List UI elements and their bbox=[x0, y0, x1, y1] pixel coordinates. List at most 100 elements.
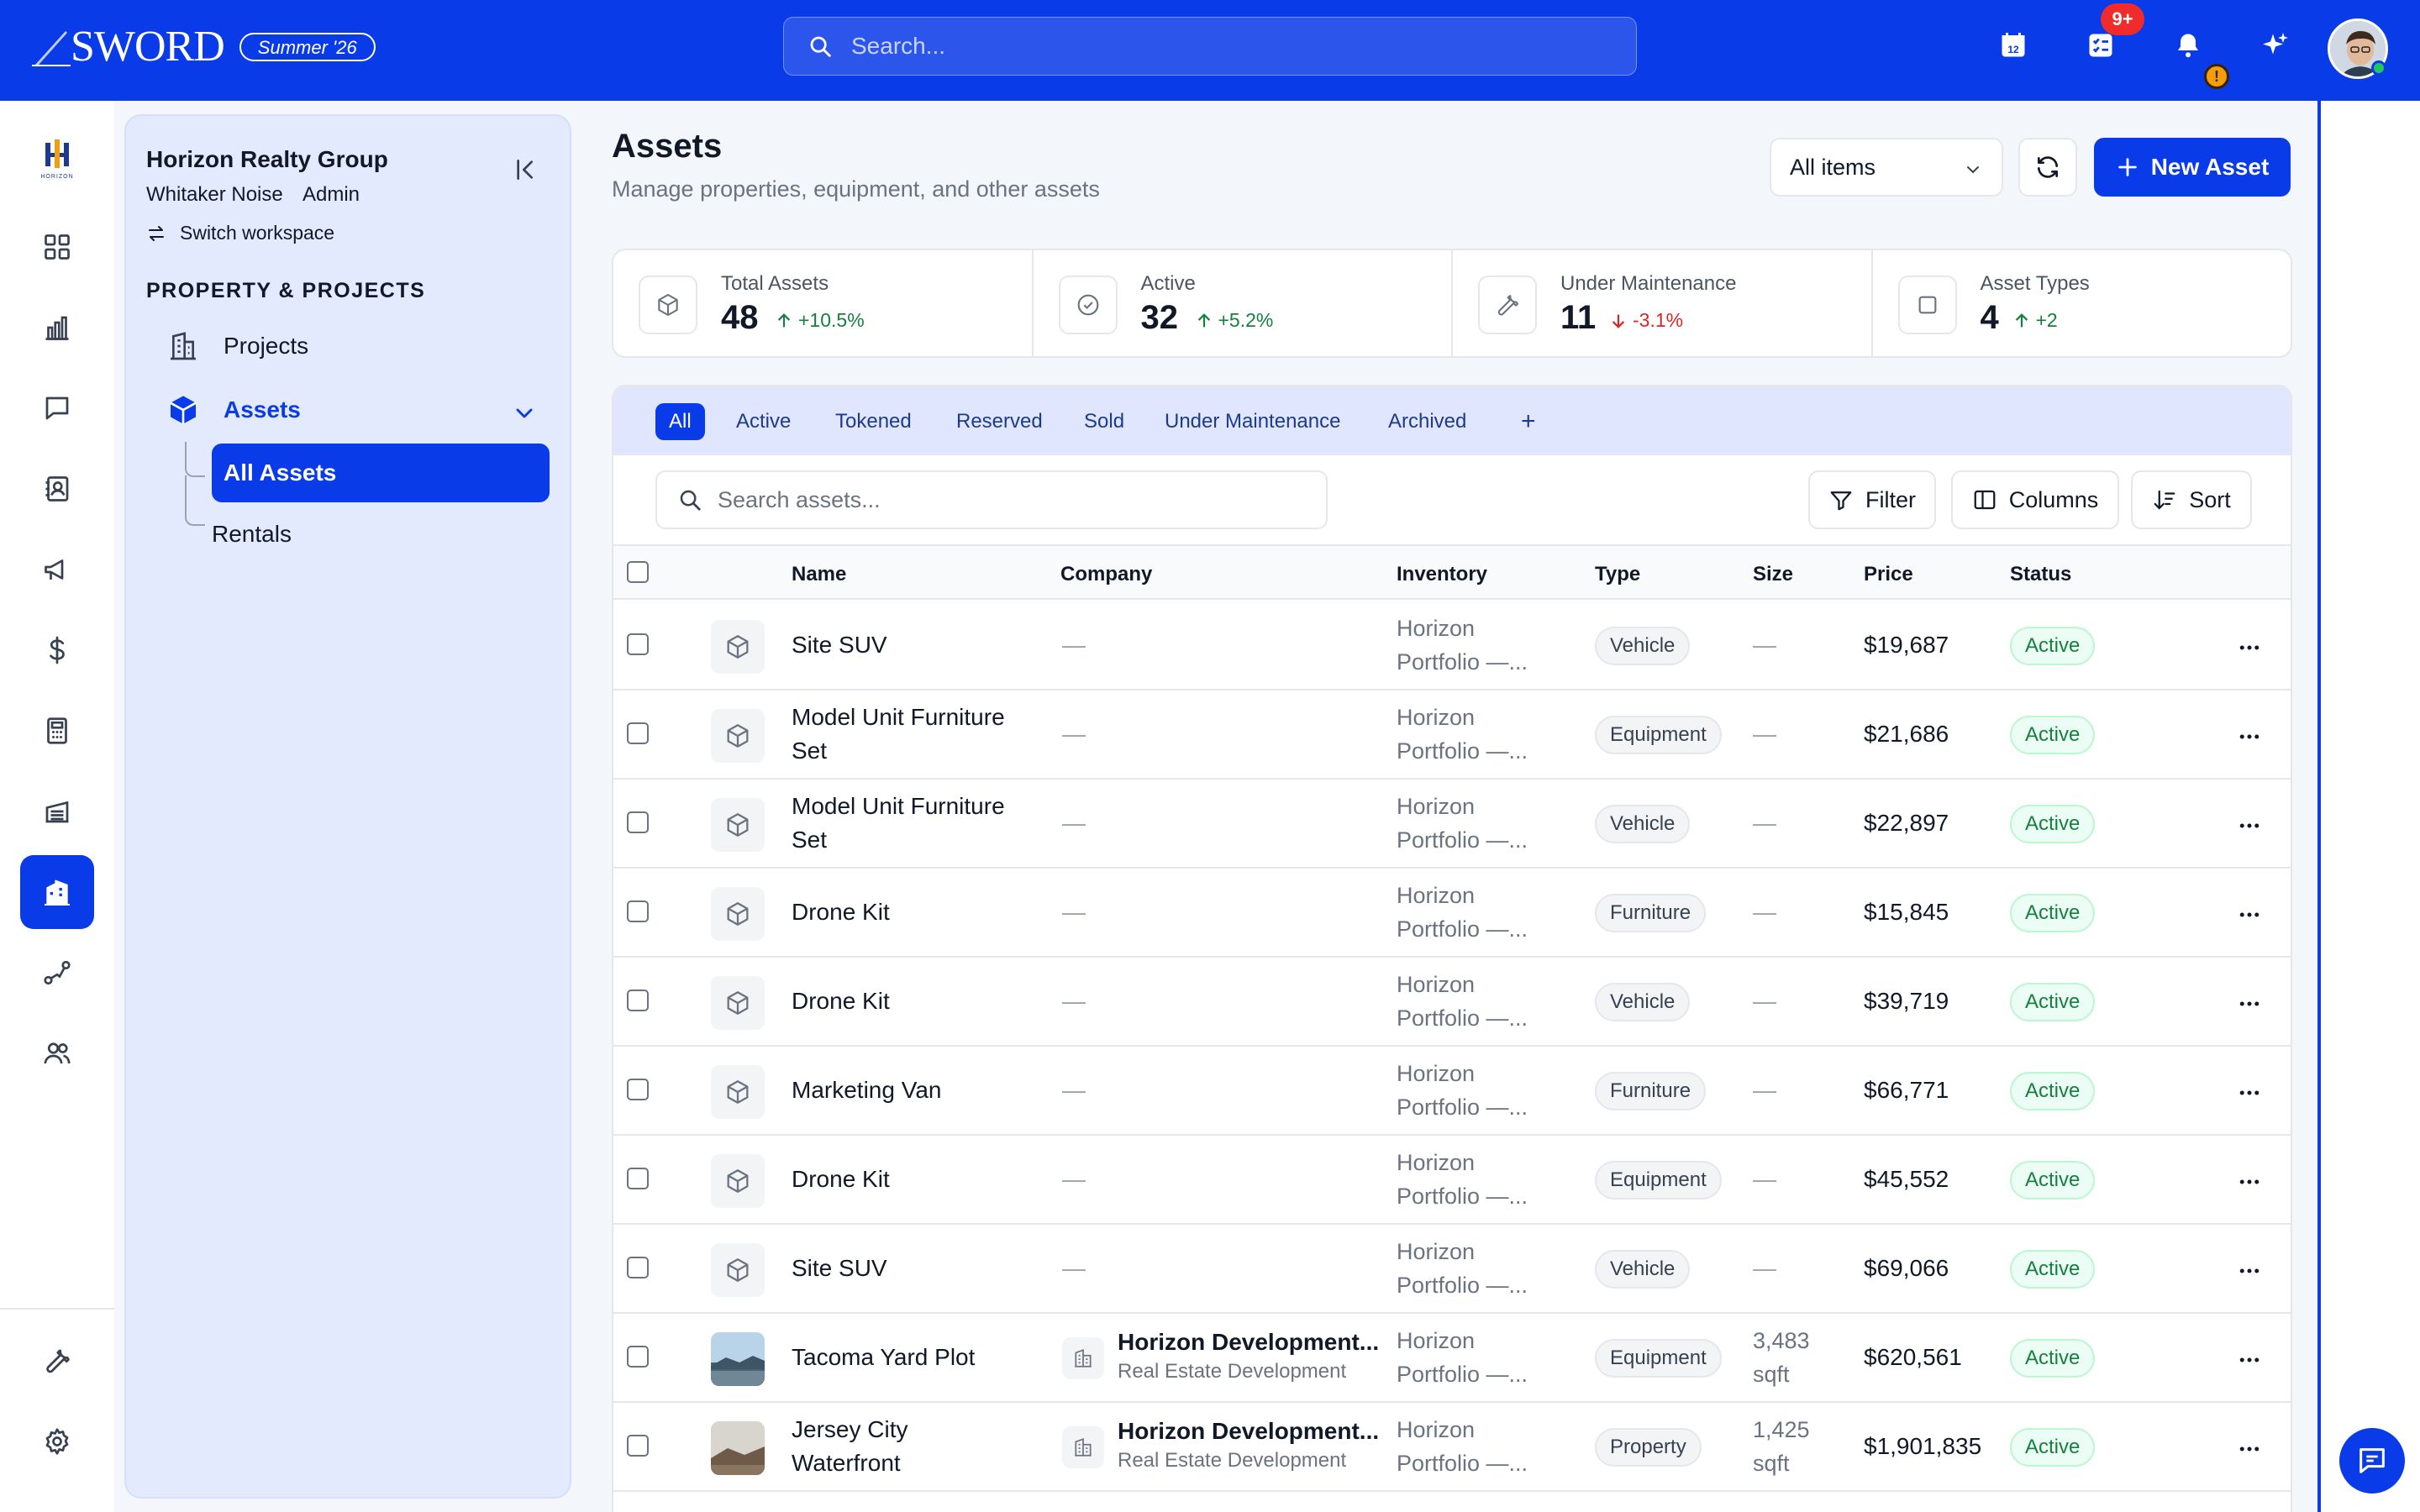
nav-projects-label: Projects bbox=[224, 333, 309, 359]
rail-marketing[interactable] bbox=[20, 533, 94, 606]
row-checkbox[interactable] bbox=[627, 633, 649, 655]
calendar-icon[interactable]: 12 bbox=[1998, 30, 2028, 60]
rail-finance[interactable] bbox=[20, 613, 94, 687]
workspace-logo[interactable]: HORIZON bbox=[30, 134, 84, 188]
table-row[interactable]: Drone Kit — Horizon Portfolio —... Furniture… bbox=[613, 869, 2291, 958]
more-actions-icon[interactable] bbox=[2237, 724, 2262, 749]
rail-team[interactable] bbox=[20, 1016, 94, 1090]
row-checkbox[interactable] bbox=[627, 1435, 649, 1457]
sparkle-ai-icon[interactable] bbox=[2260, 30, 2291, 60]
table-row[interactable]: Tacoma Yard Plot Horizon Development... Re… bbox=[613, 1314, 2291, 1403]
row-checkbox[interactable] bbox=[627, 900, 649, 922]
chat-support-button[interactable] bbox=[2339, 1428, 2405, 1494]
more-actions-icon[interactable] bbox=[2237, 1080, 2262, 1105]
more-actions-icon[interactable] bbox=[2237, 1436, 2262, 1462]
size-cell: — bbox=[1753, 988, 1776, 1014]
refresh-button[interactable] bbox=[2018, 138, 2077, 197]
more-actions-icon[interactable] bbox=[2237, 1347, 2262, 1373]
row-checkbox[interactable] bbox=[627, 1346, 649, 1368]
asset-name[interactable]: Jersey City Waterfront bbox=[792, 1413, 908, 1480]
asset-name[interactable]: Model Unit Furniture Set bbox=[792, 790, 1005, 857]
status-badge: Active bbox=[2010, 1072, 2096, 1110]
table-row[interactable]: Site SUV — Horizon Portfolio —... Vehicle — $1… bbox=[613, 601, 2291, 690]
table-row[interactable]: Model Unit Furniture Set — Horizon Portfolio… bbox=[613, 780, 2291, 869]
more-actions-icon[interactable] bbox=[2237, 1258, 2262, 1284]
asset-name[interactable]: Model Unit Furniture Set bbox=[792, 701, 1005, 768]
company-cell[interactable]: Horizon Development... Real Estate Develo… bbox=[1118, 1415, 1379, 1473]
rail-tools[interactable] bbox=[20, 1324, 94, 1398]
tab-all[interactable]: All bbox=[655, 403, 705, 440]
table-row[interactable]: Model Unit Furniture Set — Horizon Portfolio… bbox=[613, 690, 2291, 780]
nav-projects[interactable]: Projects bbox=[166, 329, 308, 363]
asset-search-input[interactable]: Search assets... bbox=[655, 470, 1328, 529]
more-actions-icon[interactable] bbox=[2237, 1169, 2262, 1194]
new-asset-button[interactable]: New Asset bbox=[2094, 138, 2291, 197]
row-checkbox[interactable] bbox=[627, 990, 649, 1011]
more-actions-icon[interactable] bbox=[2237, 635, 2262, 660]
rail-calculator[interactable] bbox=[20, 694, 94, 768]
sort-button[interactable]: Sort bbox=[2131, 470, 2252, 529]
tab-tokened[interactable]: Tokened bbox=[835, 403, 912, 440]
more-actions-icon[interactable] bbox=[2237, 813, 2262, 838]
tab-reserved[interactable]: Reserved bbox=[956, 403, 1043, 440]
more-actions-icon[interactable] bbox=[2237, 991, 2262, 1016]
asset-name[interactable]: Drone Kit bbox=[792, 895, 890, 929]
row-checkbox[interactable] bbox=[627, 722, 649, 744]
nav-all-assets[interactable]: All Assets bbox=[212, 444, 550, 502]
asset-name[interactable]: Tacoma Yard Plot bbox=[792, 1341, 975, 1374]
nav-rentals[interactable]: Rentals bbox=[212, 521, 292, 548]
columns-button[interactable]: Columns bbox=[1951, 470, 2119, 529]
sword-logo[interactable]: SWORD Summer '26 bbox=[32, 24, 376, 71]
rail-contacts[interactable] bbox=[20, 452, 94, 526]
items-filter-select[interactable]: All items bbox=[1770, 138, 2003, 197]
table-row[interactable]: Jersey City Waterfront Horizon Development… bbox=[613, 1403, 2291, 1492]
table-row[interactable]: Drone Kit — Horizon Portfolio —... Vehicle — $… bbox=[613, 958, 2291, 1047]
more-actions-icon[interactable] bbox=[2237, 902, 2262, 927]
wrench-icon bbox=[46, 1349, 70, 1373]
add-tab-button[interactable]: + bbox=[1521, 403, 1536, 440]
table-row[interactable]: Marketing Van — Horizon Portfolio —... Furni… bbox=[613, 1047, 2291, 1136]
inventory-line1: Horizon bbox=[1397, 1150, 1476, 1175]
row-checkbox[interactable] bbox=[627, 1079, 649, 1100]
asset-name[interactable]: Site SUV bbox=[792, 628, 887, 662]
filter-button[interactable]: Filter bbox=[1808, 470, 1936, 529]
row-checkbox[interactable] bbox=[627, 811, 649, 833]
asset-thumbnail bbox=[711, 887, 765, 941]
asset-name[interactable]: Site SUV bbox=[792, 1252, 887, 1285]
tasks-icon[interactable] bbox=[2086, 30, 2116, 60]
rail-workflows[interactable] bbox=[20, 936, 94, 1010]
table-row[interactable]: Drone Kit — Horizon Portfolio —... Equipment… bbox=[613, 1136, 2291, 1225]
asset-name[interactable]: Drone Kit bbox=[792, 984, 890, 1018]
table-row[interactable]: Site SUV — Horizon Portfolio —... Vehicle — $6… bbox=[613, 1225, 2291, 1314]
column-company[interactable]: Company bbox=[1060, 563, 1152, 586]
rail-settings[interactable] bbox=[20, 1404, 94, 1478]
gear-icon bbox=[45, 1428, 69, 1455]
global-search-input[interactable]: Search... bbox=[783, 17, 1637, 76]
asset-name[interactable]: Marketing Van bbox=[792, 1074, 941, 1107]
tab-under-maintenance[interactable]: Under Maintenance bbox=[1165, 403, 1340, 440]
column-name[interactable]: Name bbox=[792, 563, 846, 586]
rail-analytics[interactable] bbox=[20, 291, 94, 365]
column-price[interactable]: Price bbox=[1864, 563, 1913, 586]
collapse-panel-icon[interactable] bbox=[513, 156, 539, 183]
chevron-down-icon[interactable] bbox=[511, 400, 538, 427]
column-status[interactable]: Status bbox=[2010, 563, 2071, 586]
column-size[interactable]: Size bbox=[1753, 563, 1793, 586]
rail-dashboard[interactable] bbox=[20, 210, 94, 284]
company-cell[interactable]: Horizon Development... Real Estate Develo… bbox=[1118, 1326, 1379, 1384]
rail-messages[interactable] bbox=[20, 371, 94, 445]
bell-icon[interactable] bbox=[2173, 30, 2203, 60]
tab-active[interactable]: Active bbox=[736, 403, 791, 440]
select-all-checkbox[interactable] bbox=[627, 561, 649, 583]
tab-sold[interactable]: Sold bbox=[1084, 403, 1124, 440]
column-inventory[interactable]: Inventory bbox=[1397, 563, 1487, 586]
tab-archived[interactable]: Archived bbox=[1388, 403, 1466, 440]
asset-name[interactable]: Drone Kit bbox=[792, 1163, 890, 1196]
switch-workspace-link[interactable]: Switch workspace bbox=[146, 222, 334, 244]
nav-assets[interactable]: Assets bbox=[166, 393, 301, 427]
rail-warehouse[interactable] bbox=[20, 774, 94, 848]
row-checkbox[interactable] bbox=[627, 1168, 649, 1189]
rail-property[interactable] bbox=[20, 855, 94, 929]
row-checkbox[interactable] bbox=[627, 1257, 649, 1278]
column-type[interactable]: Type bbox=[1595, 563, 1640, 586]
